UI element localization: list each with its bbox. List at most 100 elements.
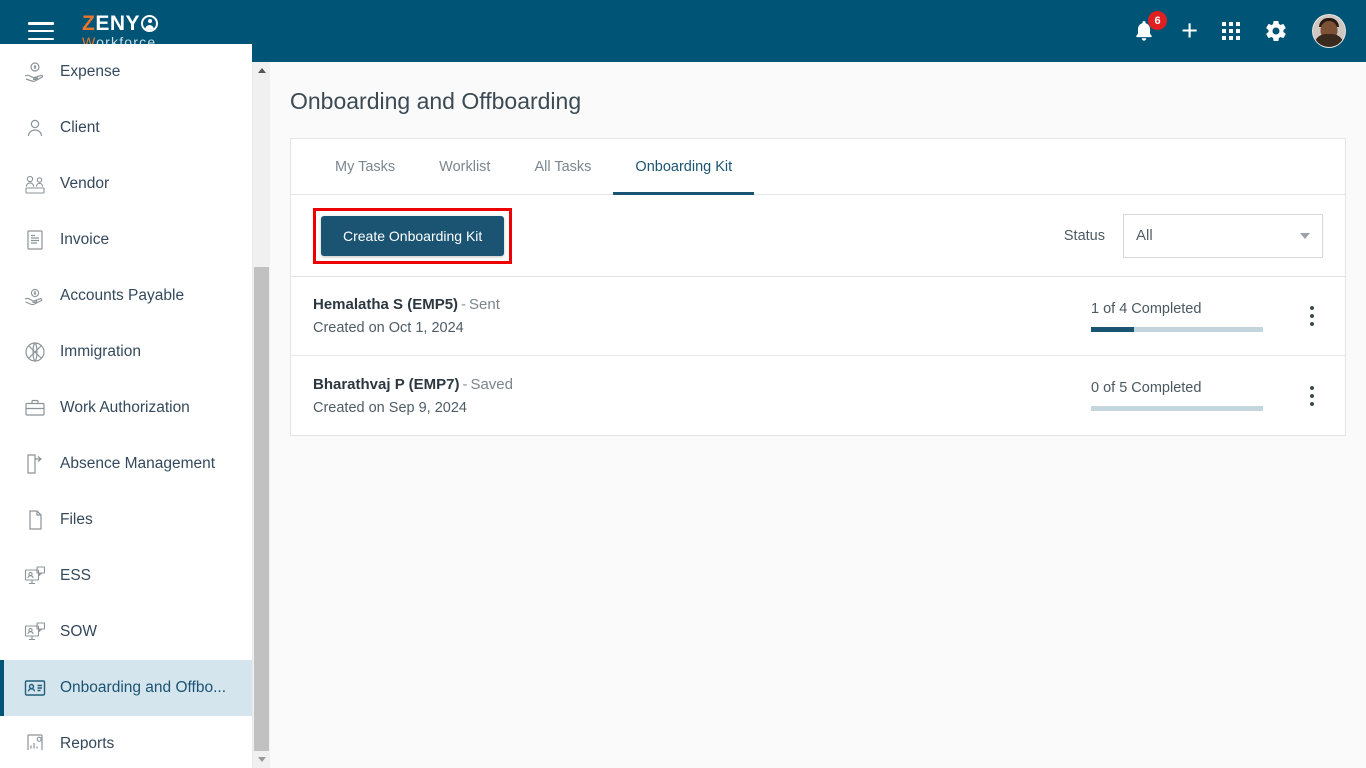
expense-icon bbox=[22, 59, 48, 85]
plus-icon: + bbox=[1181, 15, 1198, 47]
progress-block: 1 of 4 Completed bbox=[1091, 301, 1263, 332]
avatar[interactable] bbox=[1312, 14, 1346, 48]
sidebar-item-files[interactable]: Files bbox=[0, 492, 252, 548]
sidebar-item-label: Invoice bbox=[60, 231, 110, 248]
toolbar: Create Onboarding Kit Status All bbox=[291, 195, 1345, 277]
id-card-icon bbox=[22, 675, 48, 701]
sidebar-item-label: Accounts Payable bbox=[60, 287, 185, 304]
header-actions: 6 + bbox=[1131, 11, 1346, 48]
sidebar-item-label: Expense bbox=[60, 63, 121, 80]
sidebar-item-label: Reports bbox=[60, 735, 115, 750]
row-progress-area: 0 of 5 Completed bbox=[1091, 380, 1323, 411]
sidebar-item-accounts-payable[interactable]: Accounts Payable bbox=[0, 268, 252, 324]
row-menu-button[interactable] bbox=[1301, 383, 1323, 409]
apps-button[interactable] bbox=[1222, 22, 1240, 40]
logo-primary: Z ENY bbox=[82, 12, 159, 35]
employee-name: Hemalatha S (EMP5) bbox=[313, 296, 459, 313]
row-separator: - bbox=[461, 296, 467, 313]
row-title: Bharathvaj P (EMP7) - Saved bbox=[313, 376, 513, 393]
sidebar-item-label: Work Authorization bbox=[60, 399, 190, 416]
main-content: Onboarding and Offboarding My Tasks Workl… bbox=[270, 62, 1366, 768]
create-onboarding-kit-button[interactable]: Create Onboarding Kit bbox=[321, 215, 505, 256]
tab-onboarding-kit[interactable]: Onboarding Kit bbox=[613, 139, 754, 195]
create-onboarding-kit-highlight: Create Onboarding Kit bbox=[313, 207, 513, 264]
sidebar-item-immigration[interactable]: Immigration bbox=[0, 324, 252, 380]
row-menu-button[interactable] bbox=[1301, 303, 1323, 329]
person-icon bbox=[22, 115, 48, 141]
status-label: Status bbox=[1063, 227, 1105, 244]
reports-icon bbox=[22, 731, 48, 750]
sidebar-item-expense[interactable]: Expense bbox=[0, 44, 252, 100]
sidebar-item-work-authorization[interactable]: Work Authorization bbox=[0, 380, 252, 436]
onboarding-kit-list: Hemalatha S (EMP5) - Sent Created on Oct 1,… bbox=[291, 277, 1345, 435]
sidebar-item-sow[interactable]: SOW bbox=[0, 604, 252, 660]
sidebar-item-label: Immigration bbox=[60, 343, 141, 360]
sidebar-item-invoice[interactable]: Invoice bbox=[0, 212, 252, 268]
row-separator: - bbox=[462, 375, 468, 393]
created-date: Created on Sep 9, 2024 bbox=[313, 399, 467, 416]
created-date: Created on Oct 1, 2024 bbox=[313, 320, 464, 336]
accounts-payable-icon bbox=[22, 283, 48, 309]
sidebar-item-label: Onboarding and Offbo... bbox=[60, 679, 227, 696]
sidebar-item-label: Files bbox=[60, 511, 93, 528]
hamburger-menu-icon[interactable] bbox=[28, 22, 54, 40]
sidebar-item-label: SOW bbox=[60, 623, 98, 640]
scrollbar-thumb[interactable] bbox=[254, 267, 269, 762]
gear-icon bbox=[1266, 21, 1286, 42]
sidebar-nav: Expense Client Vendor Invoice Accounts Payab… bbox=[0, 44, 252, 750]
sidebar-item-vendor[interactable]: Vendor bbox=[0, 156, 252, 212]
absence-icon bbox=[22, 451, 48, 477]
onboarding-kit-row[interactable]: Bharathvaj P (EMP7) - Saved Created on Sep … bbox=[291, 356, 1345, 435]
sidebar-item-label: ESS bbox=[60, 567, 92, 584]
avatar-body bbox=[1314, 34, 1344, 47]
progress-bar bbox=[1091, 406, 1263, 411]
status-filter-group: Status All bbox=[1063, 213, 1323, 258]
progress-label: 0 of 5 Completed bbox=[1091, 380, 1202, 396]
settings-button[interactable] bbox=[1264, 19, 1288, 43]
status-badge: Saved bbox=[470, 375, 513, 393]
sidebar-item-onboarding-and-offbo[interactable]: Onboarding and Offbo... bbox=[0, 660, 252, 716]
progress-label: 1 of 4 Completed bbox=[1091, 300, 1202, 317]
status-select-value: All bbox=[1136, 227, 1153, 244]
status-badge: Sent bbox=[469, 296, 500, 313]
tab-my-tasks[interactable]: My Tasks bbox=[313, 139, 417, 195]
ess-icon bbox=[22, 563, 48, 589]
scroll-up-arrow[interactable] bbox=[253, 62, 270, 79]
row-info: Bharathvaj P (EMP7) - Saved Created on Sep … bbox=[313, 376, 513, 416]
scrollbar-track[interactable] bbox=[253, 79, 270, 762]
sidebar-item-absence-management[interactable]: Absence Management bbox=[0, 436, 252, 492]
sidebar-item-label: Vendor bbox=[60, 175, 110, 192]
add-button[interactable]: + bbox=[1181, 15, 1198, 47]
row-title: Hemalatha S (EMP5) - Sent bbox=[313, 296, 500, 313]
sidebar-item-reports[interactable]: Reports bbox=[0, 716, 252, 750]
sidebar-item-ess[interactable]: ESS bbox=[0, 548, 252, 604]
sidebar-item-client[interactable]: Client bbox=[0, 100, 252, 156]
invoice-icon bbox=[22, 227, 48, 253]
logo-z-text: Z bbox=[82, 12, 96, 35]
logo-person-icon bbox=[141, 15, 159, 32]
tab-worklist[interactable]: Worklist bbox=[417, 139, 512, 195]
progress-fill bbox=[1091, 326, 1134, 332]
row-info: Hemalatha S (EMP5) - Sent Created on Oct 1,… bbox=[313, 296, 500, 336]
page-title: Onboarding and Offboarding bbox=[290, 88, 582, 114]
row-progress-area: 1 of 4 Completed bbox=[1091, 301, 1323, 332]
grid-apps-icon bbox=[1222, 22, 1240, 40]
tab-all-tasks[interactable]: All Tasks bbox=[512, 139, 613, 195]
logo-eny-text: ENY bbox=[95, 12, 141, 35]
notification-count-badge: 6 bbox=[1148, 11, 1168, 30]
sow-icon bbox=[22, 619, 48, 645]
sidebar-item-label: Absence Management bbox=[60, 455, 216, 472]
notifications-button[interactable]: 6 bbox=[1131, 11, 1168, 46]
scroll-down-arrow[interactable] bbox=[253, 751, 270, 768]
immigration-icon bbox=[22, 339, 48, 365]
sidebar-item-label: Client bbox=[60, 119, 100, 136]
progress-block: 0 of 5 Completed bbox=[1091, 380, 1263, 411]
onboarding-kit-row[interactable]: Hemalatha S (EMP5) - Sent Created on Oct 1,… bbox=[291, 277, 1345, 356]
chevron-down-icon bbox=[1300, 232, 1310, 239]
onboarding-card: My Tasks Worklist All Tasks Onboarding Kit … bbox=[290, 138, 1346, 436]
progress-bar bbox=[1091, 326, 1263, 332]
sidebar-scrollbar[interactable] bbox=[252, 62, 270, 768]
status-select[interactable]: All bbox=[1123, 213, 1323, 258]
files-icon bbox=[22, 507, 48, 533]
employee-name: Bharathvaj P (EMP7) bbox=[313, 375, 460, 393]
